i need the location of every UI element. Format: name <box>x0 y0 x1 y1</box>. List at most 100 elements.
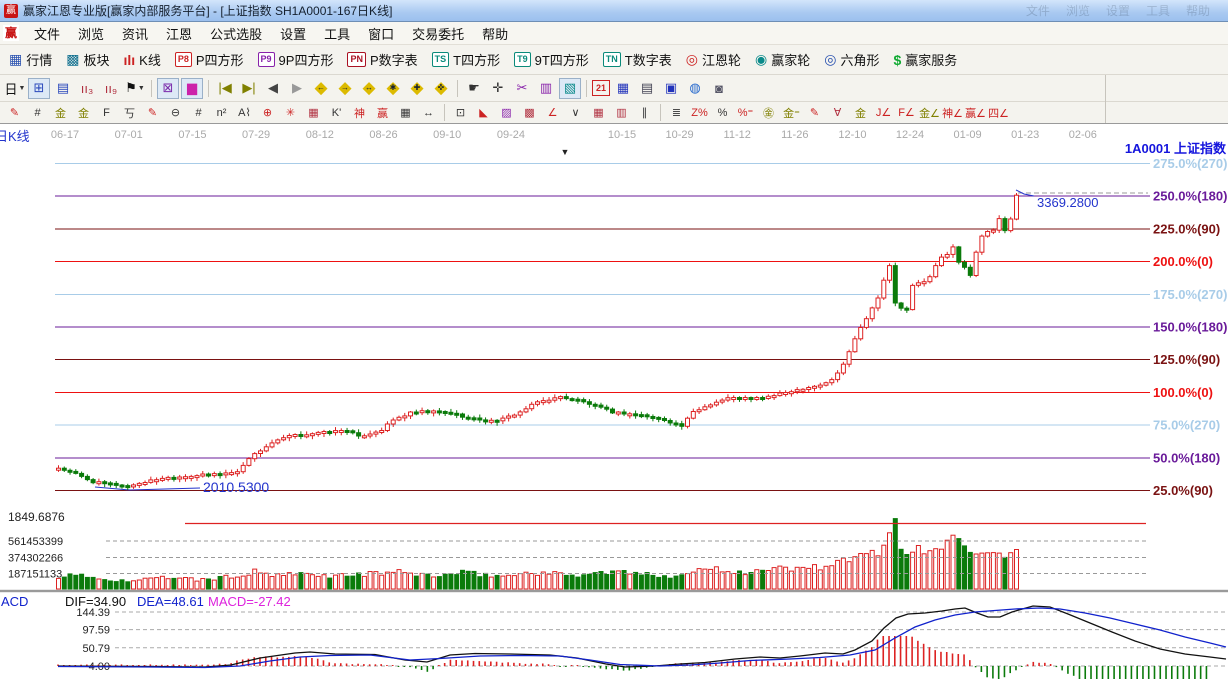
draw-tool-icon-34[interactable]: %⁼ <box>735 104 756 121</box>
draw-tool-icon-41[interactable]: F∠ <box>896 104 917 121</box>
measure-tool-icon[interactable]: ▥ <box>535 78 557 99</box>
draw-tool-icon-16[interactable]: 神 <box>349 104 370 121</box>
screenshot-icon[interactable]: ◙ <box>708 78 730 99</box>
calculator-icon[interactable]: ▦ <box>612 78 634 99</box>
menu-item-8[interactable]: 窗口 <box>359 22 403 45</box>
list-view-icon[interactable]: ▤ <box>52 78 74 99</box>
menu-item-2[interactable]: 浏览 <box>69 22 113 45</box>
menu-item-9[interactable]: 交易委托 <box>403 22 473 45</box>
notes-icon[interactable]: ▤ <box>636 78 658 99</box>
draw-tool-icon-2[interactable]: # <box>27 104 48 121</box>
kline-period-select[interactable]: 日▼ <box>4 78 26 99</box>
chart-area[interactable]: 275.0%(270)250.0%(180)225.0%(90)200.0%(0… <box>0 124 1228 680</box>
hand-tool-icon[interactable]: ☛ <box>463 78 485 99</box>
draw-tool-icon-44[interactable]: 赢∠ <box>965 104 986 121</box>
draw-tool-icon-9[interactable]: # <box>188 104 209 121</box>
draw-tool-icon-38[interactable]: ∀ <box>827 104 848 121</box>
analysis-window-icon[interactable]: ⊠ <box>157 78 179 99</box>
menu-item-5[interactable]: 公式选股 <box>201 22 271 45</box>
draw-tool-icon-39[interactable]: 金 <box>850 104 871 121</box>
compress-icon[interactable]: ◆✱ <box>382 78 404 99</box>
menu-item-3[interactable]: 资讯 <box>113 22 157 45</box>
draw-tool-icon-15[interactable]: K' <box>326 104 347 121</box>
draw-tool-icon-4[interactable]: 金 <box>73 104 94 121</box>
draw-tool-icon-14[interactable]: ▦ <box>303 104 324 121</box>
draw-tool-icon-8[interactable]: ⊖ <box>165 104 186 121</box>
menu-item-6[interactable]: 设置 <box>271 22 315 45</box>
menu-item-4[interactable]: 江恩 <box>157 22 201 45</box>
draw-tool-icon-1[interactable]: ✎ <box>4 104 25 121</box>
winner-wheel-button[interactable]: ◉赢家轮 <box>748 47 817 73</box>
flag-marker-select[interactable]: ⚑▼ <box>124 78 146 99</box>
hexagon-button[interactable]: ◎六角形 <box>817 47 886 73</box>
draw-tool-icon-32[interactable]: Z% <box>689 104 710 121</box>
draw-tool-icon-10[interactable]: n² <box>211 104 232 121</box>
draw-tool-icon-11[interactable]: A⌇ <box>234 104 255 121</box>
t-number-button[interactable]: TNT数字表 <box>596 47 679 73</box>
draw-tool-icon-5[interactable]: F <box>96 104 117 121</box>
cut-tool-icon[interactable]: ✂ <box>511 78 533 99</box>
first-page-icon[interactable]: |◀ <box>214 78 236 99</box>
p9-square-button[interactable]: P99P四方形 <box>251 47 341 73</box>
draw-tool-icon-26[interactable]: ∨ <box>565 104 586 121</box>
candle <box>137 483 141 485</box>
draw-tool-icon-23[interactable]: ▨ <box>496 104 517 121</box>
cross-expand-icon[interactable]: ◆✚ <box>406 78 428 99</box>
shift-left-icon[interactable]: ◆← <box>310 78 332 99</box>
prev-page-icon[interactable]: ◀ <box>262 78 284 99</box>
shift-right-icon[interactable]: ◆→ <box>334 78 356 99</box>
p-number-button[interactable]: PNP数字表 <box>340 47 424 73</box>
draw-tool-icon-42[interactable]: 金∠ <box>919 104 940 121</box>
t9-square-button[interactable]: T99T四方形 <box>507 47 596 73</box>
grid-expand-icon[interactable]: ◆✜ <box>430 78 452 99</box>
p-square-button[interactable]: P8P四方形 <box>168 47 251 73</box>
draw-tool-icon-40[interactable]: J∠ <box>873 104 894 121</box>
draw-tool-icon-31[interactable]: ≣ <box>666 104 687 121</box>
draw-tool-icon-18[interactable]: ▦ <box>395 104 416 121</box>
draw-tool-icon-19[interactable]: ↔ <box>418 104 439 121</box>
draw-tool-icon-43[interactable]: 神∠ <box>942 104 963 121</box>
quotes-button[interactable]: ▦行情 <box>2 47 59 73</box>
window-layout-icon[interactable]: ⊞ <box>28 78 50 99</box>
pattern-tool-icon[interactable]: ▧ <box>559 78 581 99</box>
color-bars-icon[interactable]: ▆ <box>181 78 203 99</box>
kline-button[interactable]: ılıK线 <box>117 47 168 73</box>
draw-tool-icon-36[interactable]: 金⁼ <box>781 104 802 121</box>
menu-item-10[interactable]: 帮助 <box>473 22 517 45</box>
volume-bar <box>403 573 407 589</box>
chart-canvas[interactable]: 275.0%(270)250.0%(180)225.0%(90)200.0%(0… <box>0 124 1228 680</box>
split9-chart-icon[interactable]: ıı₉ <box>100 78 122 99</box>
draw-tool-icon-37[interactable]: ✎ <box>804 104 825 121</box>
draw-tool-icon-28[interactable]: ▥ <box>611 104 632 121</box>
split3-chart-icon[interactable]: ıı₃ <box>76 78 98 99</box>
draw-tool-icon-25[interactable]: ∠ <box>542 104 563 121</box>
draw-tool-icon-21[interactable]: ⊡ <box>450 104 471 121</box>
next-page-icon[interactable]: ▶ <box>286 78 308 99</box>
t-square-button[interactable]: TST四方形 <box>425 47 507 73</box>
draw-tool-icon-35[interactable]: ㊎ <box>758 104 779 121</box>
draw-tool-icon-27[interactable]: ▦ <box>588 104 609 121</box>
draw-tool-icon-22[interactable]: ◣ <box>473 104 494 121</box>
draw-tool-icon-33[interactable]: % <box>712 104 733 121</box>
web-link-icon[interactable]: ◍ <box>684 78 706 99</box>
blocks-button[interactable]: ▩板块 <box>59 47 116 73</box>
draw-tool-icon-45[interactable]: 四∠ <box>988 104 1009 121</box>
draw-tool-icon-6[interactable]: 丂 <box>119 104 140 121</box>
menu-item-1[interactable]: 文件 <box>25 22 69 45</box>
date-tick-label: 08-12 <box>306 129 334 141</box>
menu-item-7[interactable]: 工具 <box>315 22 359 45</box>
last-page-icon[interactable]: ▶| <box>238 78 260 99</box>
calendar-icon[interactable]: 21 <box>592 80 610 96</box>
save-icon[interactable]: ▣ <box>660 78 682 99</box>
draw-tool-icon-29[interactable]: ∥ <box>634 104 655 121</box>
draw-tool-icon-24[interactable]: ▩ <box>519 104 540 121</box>
draw-tool-icon-3[interactable]: 金 <box>50 104 71 121</box>
crosshair-tool-icon[interactable]: ✛ <box>487 78 509 99</box>
gann-wheel-button[interactable]: ◎江恩轮 <box>679 47 748 73</box>
expand-horizontal-icon[interactable]: ◆↔ <box>358 78 380 99</box>
draw-tool-icon-12[interactable]: ⊕ <box>257 104 278 121</box>
draw-tool-icon-17[interactable]: 赢 <box>372 104 393 121</box>
draw-tool-icon-13[interactable]: ✳ <box>280 104 301 121</box>
draw-tool-icon-7[interactable]: ✎ <box>142 104 163 121</box>
winner-service-button[interactable]: $赢家服务 <box>886 47 964 73</box>
